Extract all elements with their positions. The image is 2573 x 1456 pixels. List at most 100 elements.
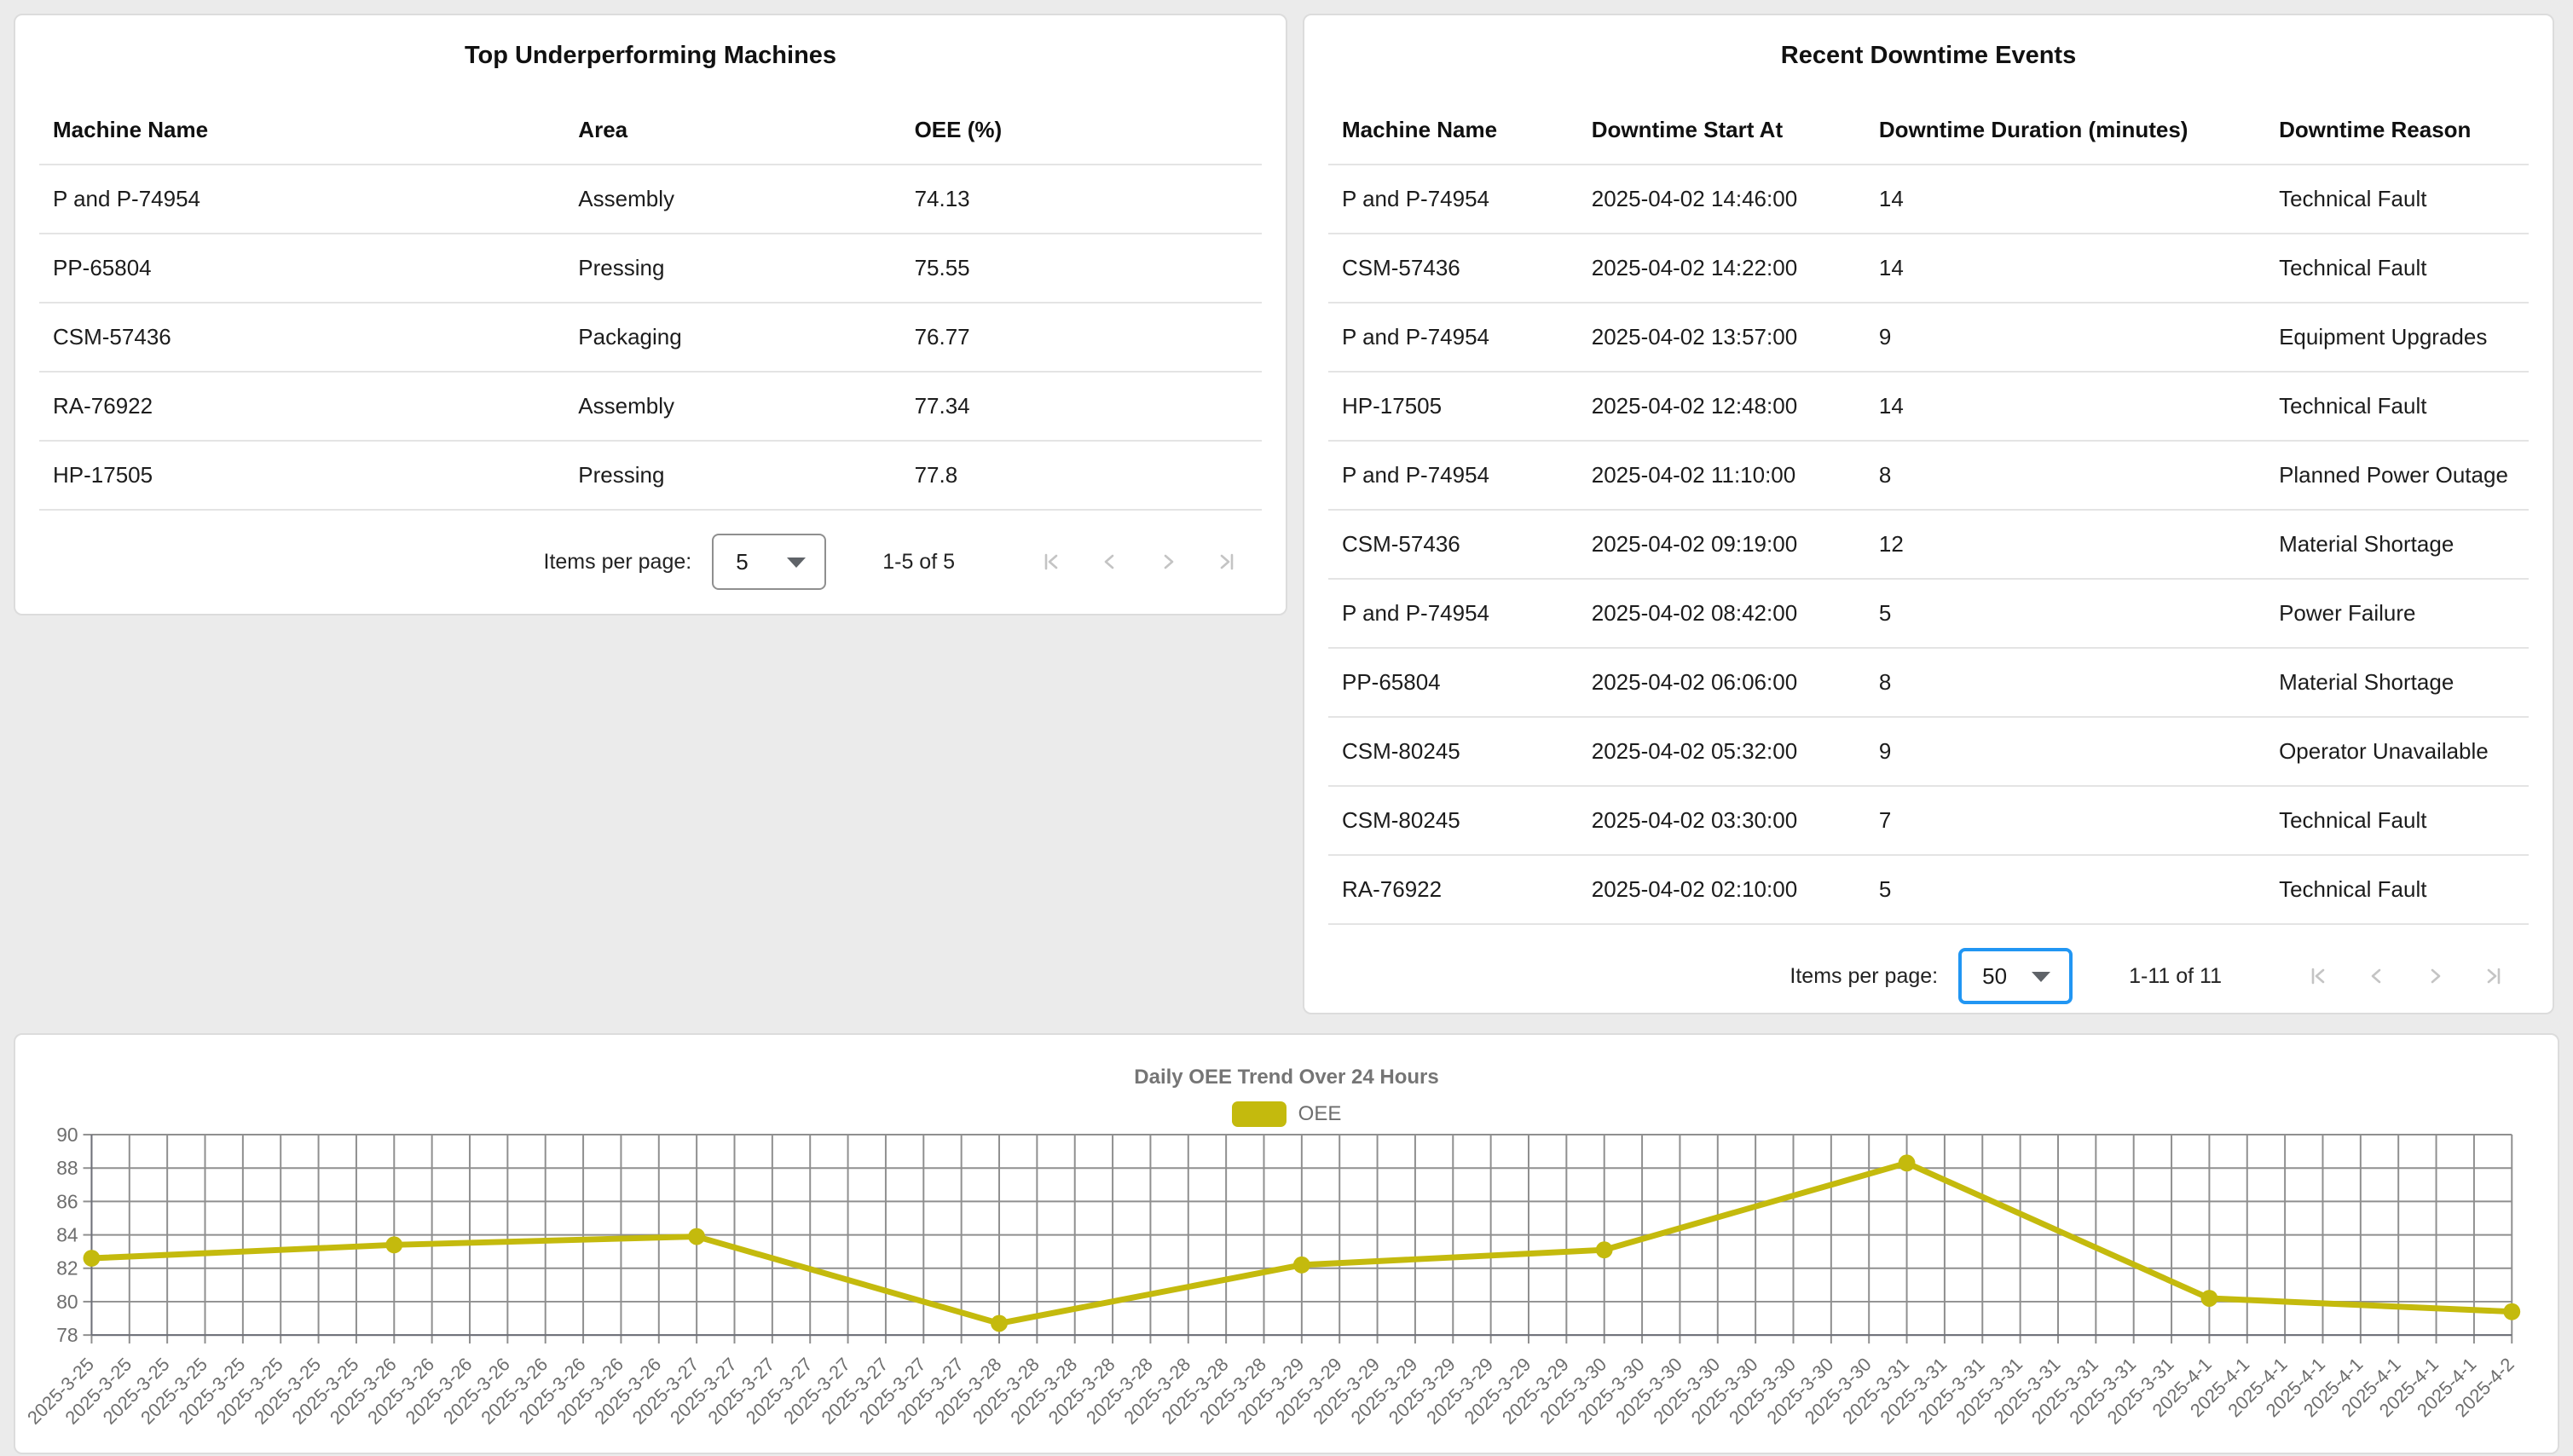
table-row: P and P-749542025-04-02 14:46:0014Techni…	[1328, 165, 2529, 234]
table-cell: 2025-04-02 03:30:00	[1578, 786, 1865, 855]
table-cell: Technical Fault	[2265, 165, 2529, 234]
table-cell: CSM-80245	[1328, 717, 1578, 786]
chevron-right-icon	[2421, 962, 2449, 990]
table-cell: CSM-57436	[39, 303, 564, 372]
column-header: Downtime Reason	[2265, 95, 2529, 165]
table-cell: CSM-57436	[1328, 510, 1578, 579]
previous-page-button[interactable]	[2363, 962, 2391, 990]
table-row: PP-658042025-04-02 06:06:008Material Sho…	[1328, 648, 2529, 717]
table-row: CSM-57436Packaging76.77	[39, 303, 1262, 372]
table-cell: RA-76922	[1328, 855, 1578, 924]
column-header: Machine Name	[1328, 95, 1578, 165]
table-cell: Technical Fault	[2265, 372, 2529, 441]
column-header: OEE (%)	[901, 95, 1262, 165]
table-cell: PP-65804	[1328, 648, 1578, 717]
table-cell: 2025-04-02 09:19:00	[1578, 510, 1865, 579]
table-cell: Equipment Upgrades	[2265, 303, 2529, 372]
table-cell: 2025-04-02 08:42:00	[1578, 579, 1865, 648]
table-cell: Power Failure	[2265, 579, 2529, 648]
items-per-page-value: 50	[1982, 963, 2007, 990]
table-cell: P and P-74954	[1328, 579, 1578, 648]
table-cell: 2025-04-02 11:10:00	[1578, 441, 1865, 510]
chevron-right-icon	[1154, 548, 1182, 575]
table-cell: 76.77	[901, 303, 1262, 372]
chevron-left-icon	[2363, 962, 2391, 990]
table-cell: 5	[1865, 855, 2265, 924]
legend-label: OEE	[1298, 1102, 1342, 1126]
table-cell: HP-17505	[1328, 372, 1578, 441]
table-row: CSM-574362025-04-02 14:22:0014Technical …	[1328, 234, 2529, 303]
table-cell: Packaging	[564, 303, 900, 372]
table-row: RA-769222025-04-02 02:10:005Technical Fa…	[1328, 855, 2529, 924]
table-cell: 7	[1865, 786, 2265, 855]
table-cell: P and P-74954	[39, 165, 564, 234]
table-cell: 2025-04-02 05:32:00	[1578, 717, 1865, 786]
card-title: Top Underperforming Machines	[15, 15, 1286, 95]
table-cell: Technical Fault	[2265, 855, 2529, 924]
table-cell: Planned Power Outage	[2265, 441, 2529, 510]
items-per-page-label: Items per page:	[1790, 964, 1938, 989]
first-page-button[interactable]	[1038, 548, 1066, 575]
first-page-button[interactable]	[2305, 962, 2333, 990]
table-cell: Technical Fault	[2265, 234, 2529, 303]
table-cell: P and P-74954	[1328, 303, 1578, 372]
table-header-row: Machine NameAreaOEE (%)	[39, 95, 1262, 165]
svg-text:80: 80	[56, 1291, 78, 1313]
underperforming-table: Machine NameAreaOEE (%) P and P-74954 Ass…	[39, 95, 1262, 511]
column-header: Downtime Start At	[1578, 95, 1865, 165]
chart-title: Daily OEE Trend Over 24 Hours	[15, 1066, 2558, 1089]
table-row: P and P-749542025-04-02 11:10:008Planned…	[1328, 441, 2529, 510]
select-caret-icon	[787, 558, 806, 568]
table-cell: Operator Unavailable	[2265, 717, 2529, 786]
table-cell: P and P-74954	[1328, 441, 1578, 510]
underperforming-machines-card: Top Underperforming Machines Machine Nam…	[14, 14, 1287, 615]
items-per-page-select[interactable]: 5	[712, 534, 826, 590]
table-cell: CSM-57436	[1328, 234, 1578, 303]
svg-text:88: 88	[56, 1157, 78, 1179]
items-per-page-label: Items per page:	[544, 550, 692, 575]
oee-trend-chart: 2025-3-252025-3-252025-3-252025-3-252025…	[15, 1035, 2558, 1453]
svg-text:84: 84	[56, 1224, 78, 1246]
table-cell: Technical Fault	[2265, 786, 2529, 855]
table-cell: Assembly	[564, 372, 900, 441]
previous-page-button[interactable]	[1096, 548, 1124, 575]
table-cell: Material Shortage	[2265, 648, 2529, 717]
table-cell: 9	[1865, 303, 2265, 372]
dashboard: Top Underperforming Machines Machine Nam…	[0, 0, 2573, 1456]
last-page-button[interactable]	[2479, 962, 2507, 990]
table-row: CSM-802452025-04-02 05:32:009Operator Un…	[1328, 717, 2529, 786]
last-page-icon	[1212, 548, 1240, 575]
table-cell: 5	[1865, 579, 2265, 648]
table-cell: 2025-04-02 06:06:00	[1578, 648, 1865, 717]
table-row: P and P-749542025-04-02 08:42:005Power F…	[1328, 579, 2529, 648]
table-cell: CSM-80245	[1328, 786, 1578, 855]
table-cell: 77.34	[901, 372, 1262, 441]
svg-text:86: 86	[56, 1190, 78, 1212]
oee-trend-card: Daily OEE Trend Over 24 Hours OEE 2025-3…	[14, 1033, 2559, 1454]
legend-swatch	[1232, 1101, 1286, 1127]
first-page-icon	[1038, 548, 1066, 575]
table-cell: 75.55	[901, 234, 1262, 303]
table-row: PP-65804Pressing75.55	[39, 234, 1262, 303]
paginator: Items per page: 50 1-11 of 11	[1304, 925, 2553, 1027]
table-cell: HP-17505	[39, 441, 564, 510]
chart-legend[interactable]: OEE	[15, 1101, 2558, 1127]
table-cell: 14	[1865, 372, 2265, 441]
table-cell: P and P-74954	[1328, 165, 1578, 234]
table-cell: 2025-04-02 14:46:00	[1578, 165, 1865, 234]
next-page-button[interactable]	[1154, 548, 1182, 575]
table-cell: 2025-04-02 13:57:00	[1578, 303, 1865, 372]
items-per-page-select[interactable]: 50	[1958, 948, 2073, 1004]
table-cell: 9	[1865, 717, 2265, 786]
table-row: P and P-749542025-04-02 13:57:009Equipme…	[1328, 303, 2529, 372]
chevron-left-icon	[1096, 548, 1124, 575]
next-page-button[interactable]	[2421, 962, 2449, 990]
table-cell: 74.13	[901, 165, 1262, 234]
page-range-label: 1-5 of 5	[882, 550, 955, 575]
table-cell: 14	[1865, 234, 2265, 303]
table-cell: 2025-04-02 12:48:00	[1578, 372, 1865, 441]
table-cell: Material Shortage	[2265, 510, 2529, 579]
table-cell: PP-65804	[39, 234, 564, 303]
last-page-button[interactable]	[1212, 548, 1240, 575]
column-header: Downtime Duration (minutes)	[1865, 95, 2265, 165]
